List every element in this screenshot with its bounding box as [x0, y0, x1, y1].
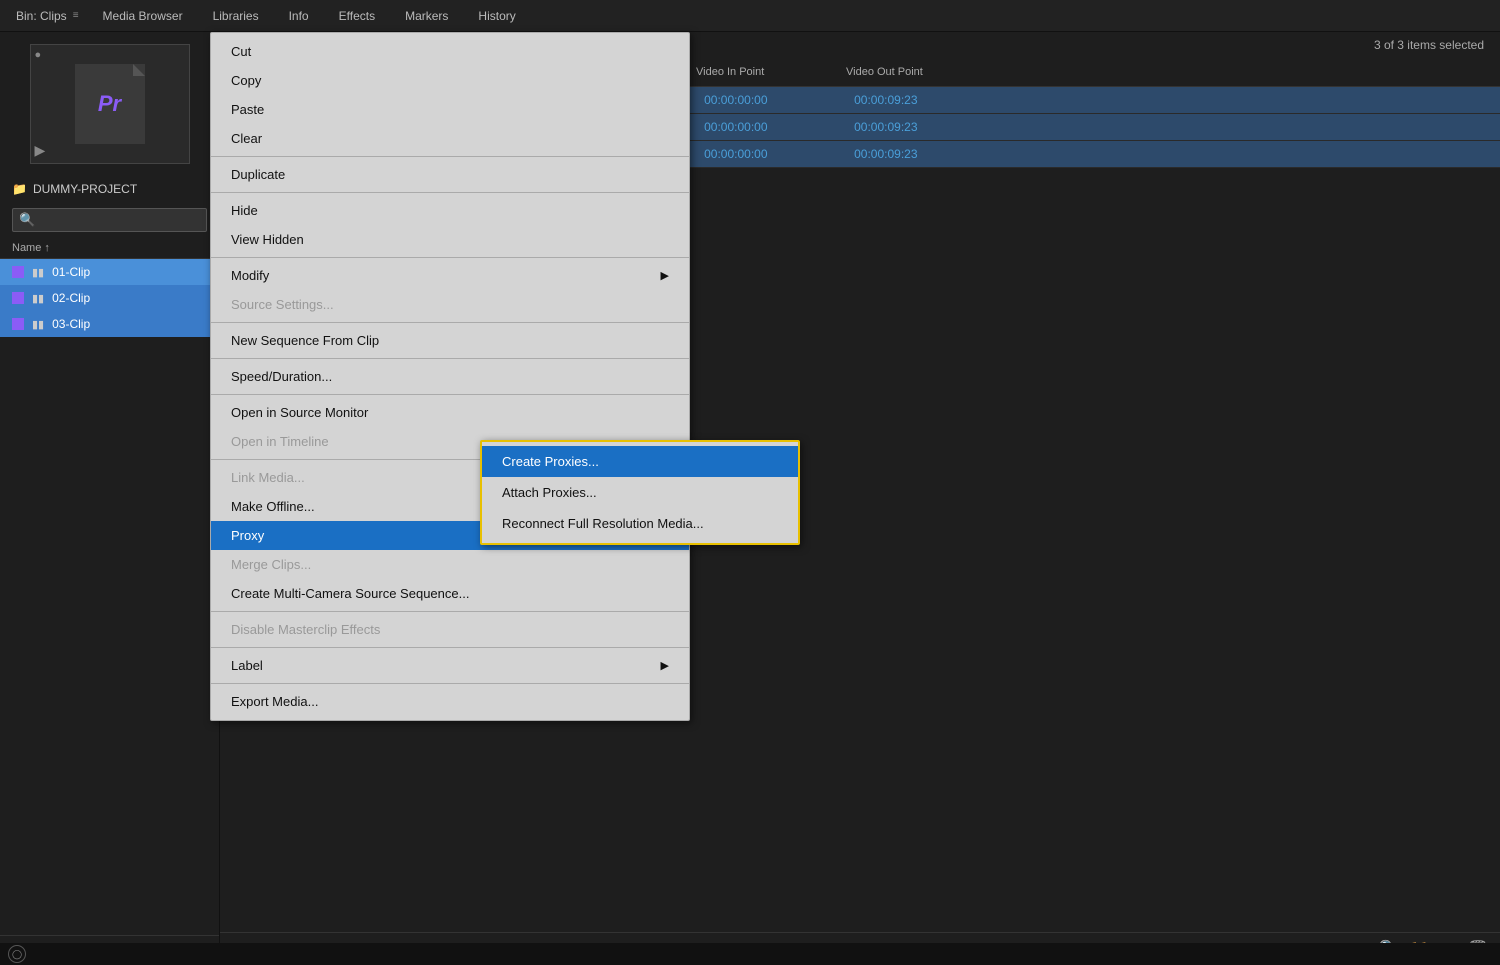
menu-item-view-hidden[interactable]: View Hidden — [211, 225, 689, 254]
menu-item-source-settings: Source Settings... — [211, 290, 689, 319]
col-header-video-in: Video In Point — [696, 66, 846, 78]
menu-item-hide[interactable]: Hide — [211, 196, 689, 225]
clip-name: 02-Clip — [52, 291, 90, 305]
submenu-item-create-proxies[interactable]: Create Proxies... — [482, 446, 798, 477]
search-input-wrap[interactable]: 🔍 — [12, 208, 207, 232]
submenu-item-attach-proxies[interactable]: Attach Proxies... — [482, 477, 798, 508]
row-video-out: 00:00:09:23 — [854, 147, 1004, 161]
clip-color-indicator — [12, 266, 24, 278]
menu-separator — [211, 192, 689, 193]
menu-item-new-sequence[interactable]: New Sequence From Clip — [211, 326, 689, 355]
tab-history[interactable]: History — [464, 3, 529, 29]
row-video-in: 00:00:00:00 — [704, 120, 854, 134]
menu-separator — [211, 611, 689, 612]
menu-item-multicam[interactable]: Create Multi-Camera Source Sequence... — [211, 579, 689, 608]
menu-separator — [211, 156, 689, 157]
thumbnail-box: Pr ● ▶ — [30, 44, 190, 164]
menu-item-disable-masterclip: Disable Masterclip Effects — [211, 615, 689, 644]
row-video-out: 00:00:09:23 — [854, 93, 1004, 107]
project-name: DUMMY-PROJECT — [33, 182, 137, 196]
pr-icon: Pr — [75, 64, 145, 144]
menu-item-copy[interactable]: Copy — [211, 66, 689, 95]
list-item[interactable]: ▮▮ 01-Clip — [0, 259, 219, 285]
menu-separator — [211, 322, 689, 323]
proxy-submenu: Create Proxies... Attach Proxies... Reco… — [480, 440, 800, 545]
menu-item-paste[interactable]: Paste — [211, 95, 689, 124]
tab-media-browser[interactable]: Media Browser — [89, 3, 197, 29]
clip-name: 01-Clip — [52, 265, 90, 279]
status-bar: ◯ — [0, 943, 1500, 965]
menu-separator — [211, 394, 689, 395]
search-icon: 🔍 — [19, 212, 35, 228]
context-menu: Cut Copy Paste Clear Duplicate Hide View… — [210, 32, 690, 721]
menu-separator — [211, 257, 689, 258]
clip-list-header: Name ↑ — [0, 238, 219, 259]
menu-item-cut[interactable]: Cut — [211, 37, 689, 66]
search-input[interactable] — [39, 213, 200, 227]
menu-item-modify[interactable]: Modify ▶ — [211, 261, 689, 290]
pr-logo-text: Pr — [98, 91, 121, 117]
video-icon: ▮▮ — [32, 318, 44, 331]
menu-item-export-media[interactable]: Export Media... — [211, 687, 689, 716]
row-video-out: 00:00:09:23 — [854, 120, 1004, 134]
context-menu-overlay: Cut Copy Paste Clear Duplicate Hide View… — [210, 32, 690, 721]
menu-separator — [211, 647, 689, 648]
video-icon: ▮▮ — [32, 292, 44, 305]
video-icon: ▮▮ — [32, 266, 44, 279]
menu-separator — [211, 358, 689, 359]
left-panel: Pr ● ▶ 📁 DUMMY-PROJECT 🔍 Name ↑ ▮▮ 01-Cl… — [0, 32, 220, 965]
thumbnail-area: Pr ● ▶ — [0, 32, 219, 176]
submenu-item-reconnect-media[interactable]: Reconnect Full Resolution Media... — [482, 508, 798, 539]
project-label: 📁 DUMMY-PROJECT — [0, 176, 219, 202]
menu-separator — [211, 683, 689, 684]
camera-icon: ● — [35, 49, 42, 61]
menu-item-open-source-monitor[interactable]: Open in Source Monitor — [211, 398, 689, 427]
list-item[interactable]: ▮▮ 02-Clip — [0, 285, 219, 311]
proxy-submenu-container: Create Proxies... Attach Proxies... Reco… — [480, 440, 800, 545]
folder-icon: 📁 — [12, 182, 27, 196]
menu-item-duplicate[interactable]: Duplicate — [211, 160, 689, 189]
clip-name: 03-Clip — [52, 317, 90, 331]
clip-color-indicator — [12, 292, 24, 304]
row-video-in: 00:00:00:00 — [704, 93, 854, 107]
bin-menu-icon[interactable]: ≡ — [73, 10, 79, 21]
menu-item-clear[interactable]: Clear — [211, 124, 689, 153]
search-bar: 🔍 — [0, 202, 219, 238]
menu-item-merge-clips: Merge Clips... — [211, 550, 689, 579]
bin-title: Bin: Clips ≡ — [8, 3, 87, 29]
tab-markers[interactable]: Markers — [391, 3, 462, 29]
submenu-arrow-label-icon: ▶ — [661, 659, 669, 672]
col-header-video-out: Video Out Point — [846, 66, 996, 78]
tab-effects[interactable]: Effects — [325, 3, 389, 29]
tab-libraries[interactable]: Libraries — [199, 3, 273, 29]
bin-title-text: Bin: Clips — [16, 9, 67, 23]
row-video-in: 00:00:00:00 — [704, 147, 854, 161]
clip-color-indicator — [12, 318, 24, 330]
name-col-header: Name ↑ — [12, 242, 50, 254]
menu-item-label[interactable]: Label ▶ — [211, 651, 689, 680]
top-nav: Bin: Clips ≡ Media Browser Libraries Inf… — [0, 0, 1500, 32]
menu-item-speed-duration[interactable]: Speed/Duration... — [211, 362, 689, 391]
list-item[interactable]: ▮▮ 03-Clip — [0, 311, 219, 337]
submenu-arrow-icon: ▶ — [661, 269, 669, 282]
tab-info[interactable]: Info — [275, 3, 323, 29]
play-icon: ▶ — [35, 142, 46, 159]
app-logo: ◯ — [8, 945, 26, 963]
